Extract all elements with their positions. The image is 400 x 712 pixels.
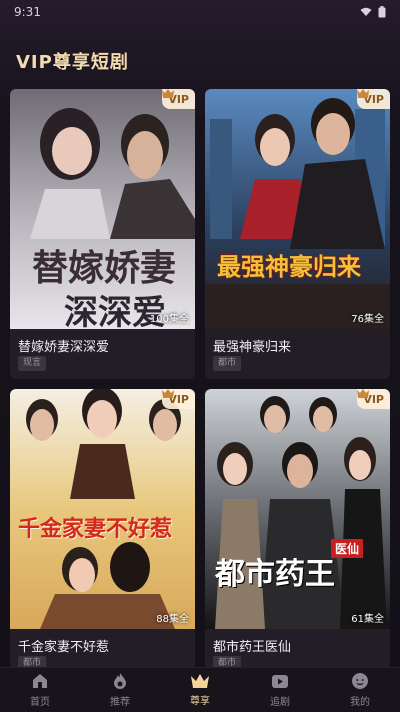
episode-count: 76集全 [351, 314, 384, 325]
drama-card[interactable]: 最强神豪归来 VIP 76集全 最强神豪归来 都市 [205, 89, 390, 379]
bottom-tab-bar: 首页 推荐 尊享 追剧 我的 [0, 667, 400, 712]
profile-icon [352, 673, 368, 689]
tab-label: 尊享 [190, 696, 210, 707]
vip-badge: VIP [357, 89, 390, 109]
genre-tag: 都市 [213, 356, 242, 371]
vip-badge: VIP [357, 389, 390, 409]
episode-count: 100集全 [149, 314, 189, 325]
tab-label: 首页 [30, 697, 50, 708]
drama-title: 替嫁娇妻深深爱 [18, 340, 110, 355]
tab-recommend[interactable]: 推荐 [80, 668, 160, 712]
crown-icon [162, 89, 175, 98]
drama-card[interactable]: 都市药王 医仙 VIP 61集全 都市药王医仙 都市 [205, 389, 390, 679]
poster-title: 最强神豪归来 [217, 252, 361, 281]
drama-card[interactable]: 替嫁娇妻 深深爱 VIP 100集全 替嫁娇妻深深爱 现言 [10, 89, 195, 379]
status-bar: 9:31 [0, 0, 400, 24]
tab-label: 追剧 [270, 697, 290, 708]
vip-screen: 9:31 VIP尊享短剧 替嫁娇妻 深深爱 VIP 100集全 替嫁娇妻深深爱 … [0, 0, 400, 712]
home-icon [33, 674, 47, 688]
episode-count: 61集全 [351, 614, 384, 625]
tab-label: 我的 [350, 697, 370, 708]
poster-title: 千金家妻不好惹 [18, 516, 173, 542]
crown-icon [191, 674, 209, 688]
wifi-icon [360, 7, 372, 16]
flame-icon [114, 673, 126, 689]
tab-profile[interactable]: 我的 [320, 668, 400, 712]
drama-card[interactable]: 千金家妻不好惹 VIP 88集全 千金家妻不好惹 都市 [10, 389, 195, 679]
poster-title-badge: 医仙 [331, 539, 364, 558]
drama-poster: 都市药王 医仙 VIP 61集全 [205, 389, 390, 629]
crown-icon [357, 89, 370, 98]
drama-title: 最强神豪归来 [213, 340, 292, 355]
drama-poster: 千金家妻不好惹 VIP 88集全 [10, 389, 195, 629]
vip-badge: VIP [162, 89, 195, 109]
tab-following[interactable]: 追剧 [240, 668, 320, 712]
poster-image [205, 389, 390, 629]
drama-grid: 替嫁娇妻 深深爱 VIP 100集全 替嫁娇妻深深爱 现言 最强神豪归来 VIP… [10, 89, 390, 679]
status-time: 9:31 [14, 5, 41, 19]
episode-count: 88集全 [156, 614, 189, 625]
drama-title: 千金家妻不好惹 [18, 640, 110, 655]
tab-vip[interactable]: 尊享 [160, 668, 240, 712]
drama-poster: 替嫁娇妻 深深爱 VIP 100集全 [10, 89, 195, 329]
status-icons [360, 6, 386, 18]
crown-icon [357, 389, 370, 398]
drama-title: 都市药王医仙 [213, 640, 292, 655]
tab-label: 推荐 [110, 697, 130, 708]
tab-home[interactable]: 首页 [0, 668, 80, 712]
genre-tag: 现言 [18, 356, 47, 371]
poster-image [10, 389, 195, 629]
play-tv-icon [272, 675, 288, 688]
crown-icon [162, 389, 175, 398]
vip-badge: VIP [162, 389, 195, 409]
battery-icon [378, 6, 386, 18]
poster-title-line-1: 替嫁娇妻 [32, 247, 177, 289]
page-title: VIP尊享短剧 [16, 52, 129, 73]
poster-title-main: 都市药王 [215, 557, 335, 592]
drama-poster: 最强神豪归来 VIP 76集全 [205, 89, 390, 329]
poster-image [205, 89, 390, 329]
